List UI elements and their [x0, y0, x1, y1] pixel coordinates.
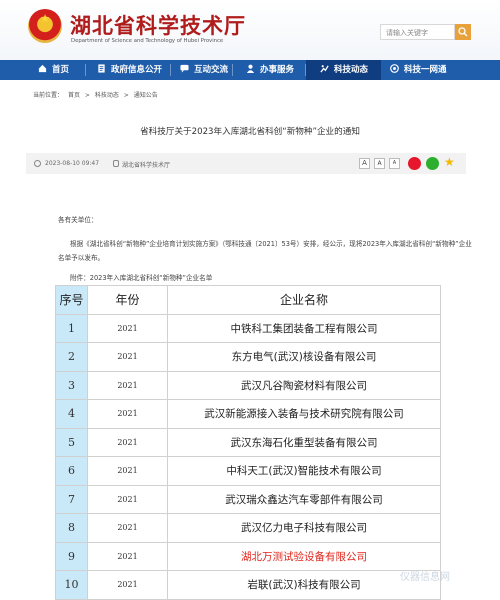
- row-index: 4: [55, 399, 88, 429]
- article-paragraph: 根据《湖北省科创“新物种”企业培育计划实施方案》（鄂科技通〔2021〕53号）安…: [58, 240, 472, 262]
- article-title: 省科技厅关于2023年入库湖北省科创“新物种”企业的通知: [140, 127, 360, 137]
- table-row: 4 2021 武汉新能源接入装备与技术研究院有限公司: [55, 399, 441, 429]
- header-index: 序号: [55, 285, 88, 315]
- header-year: 年份: [87, 285, 168, 315]
- wechat-share-icon[interactable]: [426, 157, 439, 170]
- row-year: 2021: [87, 570, 168, 600]
- row-company: 中铁科工集团装备工程有限公司: [167, 313, 441, 343]
- watermark: 仪器信息网: [400, 572, 450, 583]
- breadcrumb: 当前位置： 首页 > 科技动态 > 通知公告: [33, 92, 158, 99]
- nav-interaction[interactable]: 互动交流: [180, 60, 228, 80]
- search-icon: [458, 27, 468, 37]
- row-index: 2: [55, 342, 88, 372]
- row-year: 2021: [87, 370, 168, 400]
- table-row: 9 2021 湖北万测试验设备有限公司: [55, 541, 441, 571]
- breadcrumb-news[interactable]: 科技动态: [95, 92, 119, 99]
- article-meta-bar: 2023-08-10 09:47 湖北省科学技术厅 A A A ★: [26, 153, 466, 174]
- site-header: ★ 湖北省科学技术厅 Department of Science and Tec…: [0, 0, 500, 60]
- nav-news[interactable]: 科技动态: [306, 60, 381, 80]
- row-index: 6: [55, 456, 88, 486]
- row-company: 武汉东海石化重型装备有限公司: [167, 427, 441, 457]
- person-icon: [246, 64, 255, 73]
- table-row: 7 2021 武汉瑞众鑫达汽车零部件有限公司: [55, 484, 441, 514]
- row-year: 2021: [87, 427, 168, 457]
- table-row: 3 2021 武汉凡谷陶瓷材料有限公司: [55, 370, 441, 400]
- table-header-row: 序号 年份 企业名称: [55, 285, 441, 315]
- table-row: 8 2021 武汉亿力电子科技有限公司: [55, 513, 441, 543]
- attachment-label[interactable]: 附件：2023年入库湖北省科创“新物种”企业名单: [58, 272, 212, 282]
- publish-date: 2023-08-10 09:47: [45, 160, 100, 167]
- row-index: 3: [55, 370, 88, 400]
- grid-icon: [390, 64, 399, 73]
- row-index: 1: [55, 313, 88, 343]
- news-icon: [320, 65, 329, 73]
- search-input[interactable]: 请输入关键字: [380, 24, 455, 40]
- row-company: 东方电气(武汉)核设备有限公司: [167, 342, 441, 372]
- breadcrumb-notices[interactable]: 通知公告: [134, 92, 158, 99]
- row-index: 8: [55, 513, 88, 543]
- row-company: 中科天工(武汉)智能技术有限公司: [167, 456, 441, 486]
- clock-icon: [34, 160, 41, 167]
- search-button[interactable]: [455, 24, 471, 40]
- nav-home[interactable]: 首页: [38, 60, 69, 80]
- table-row: 10 2021 岩联(武汉)科技有限公司: [55, 570, 441, 600]
- row-company: 武汉亿力电子科技有限公司: [167, 513, 441, 543]
- table-row: 2 2021 东方电气(武汉)核设备有限公司: [55, 342, 441, 372]
- row-index: 7: [55, 484, 88, 514]
- nav-services[interactable]: 办事服务: [246, 60, 294, 80]
- row-year: 2021: [87, 541, 168, 571]
- national-emblem-icon: ★: [28, 9, 62, 43]
- document-icon: [98, 64, 105, 73]
- enterprise-table: 序号 年份 企业名称 1 2021 中铁科工集团装备工程有限公司 2 2021 东方电气(…: [55, 285, 441, 600]
- nav-gov-info[interactable]: 政府信息公开: [97, 60, 162, 80]
- row-company: 武汉凡谷陶瓷材料有限公司: [167, 370, 441, 400]
- font-size-large-button[interactable]: A: [359, 158, 370, 169]
- favorite-star-icon[interactable]: ★: [444, 155, 455, 169]
- article-source: 湖北省科学技术厅: [122, 162, 171, 169]
- row-year: 2021: [87, 313, 168, 343]
- row-year: 2021: [87, 399, 168, 429]
- row-year: 2021: [87, 456, 168, 486]
- row-index: 10: [55, 570, 88, 600]
- site-title[interactable]: 湖北省科学技术厅: [70, 10, 246, 40]
- breadcrumb-home[interactable]: 首页: [68, 92, 80, 99]
- row-year: 2021: [87, 513, 168, 543]
- main-nav: 首页 政府信息公开 互动交流 办事服务 科技动态 科技一网通: [0, 60, 500, 80]
- site-subtitle: Department of Science and Technology of …: [71, 38, 224, 44]
- font-size-medium-button[interactable]: A: [374, 158, 385, 169]
- table-row: 6 2021 中科天工(武汉)智能技术有限公司: [55, 456, 441, 486]
- header-company: 企业名称: [167, 285, 441, 315]
- font-size-small-button[interactable]: A: [389, 158, 400, 169]
- row-year: 2021: [87, 342, 168, 372]
- source-icon: [113, 160, 119, 167]
- row-index: 5: [55, 427, 88, 457]
- row-index: 9: [55, 541, 88, 571]
- row-company: 武汉瑞众鑫达汽车零部件有限公司: [167, 484, 441, 514]
- weibo-share-icon[interactable]: [408, 157, 421, 170]
- row-year: 2021: [87, 484, 168, 514]
- salutation: 各有关单位：: [58, 216, 98, 224]
- row-company: 湖北万测试验设备有限公司: [167, 541, 441, 571]
- row-company: 武汉新能源接入装备与技术研究院有限公司: [167, 399, 441, 429]
- table-row: 5 2021 武汉东海石化重型装备有限公司: [55, 427, 441, 457]
- nav-one-network[interactable]: 科技一网通: [390, 60, 447, 80]
- table-row: 1 2021 中铁科工集团装备工程有限公司: [55, 313, 441, 343]
- home-icon: [38, 64, 47, 73]
- chat-icon: [180, 64, 189, 73]
